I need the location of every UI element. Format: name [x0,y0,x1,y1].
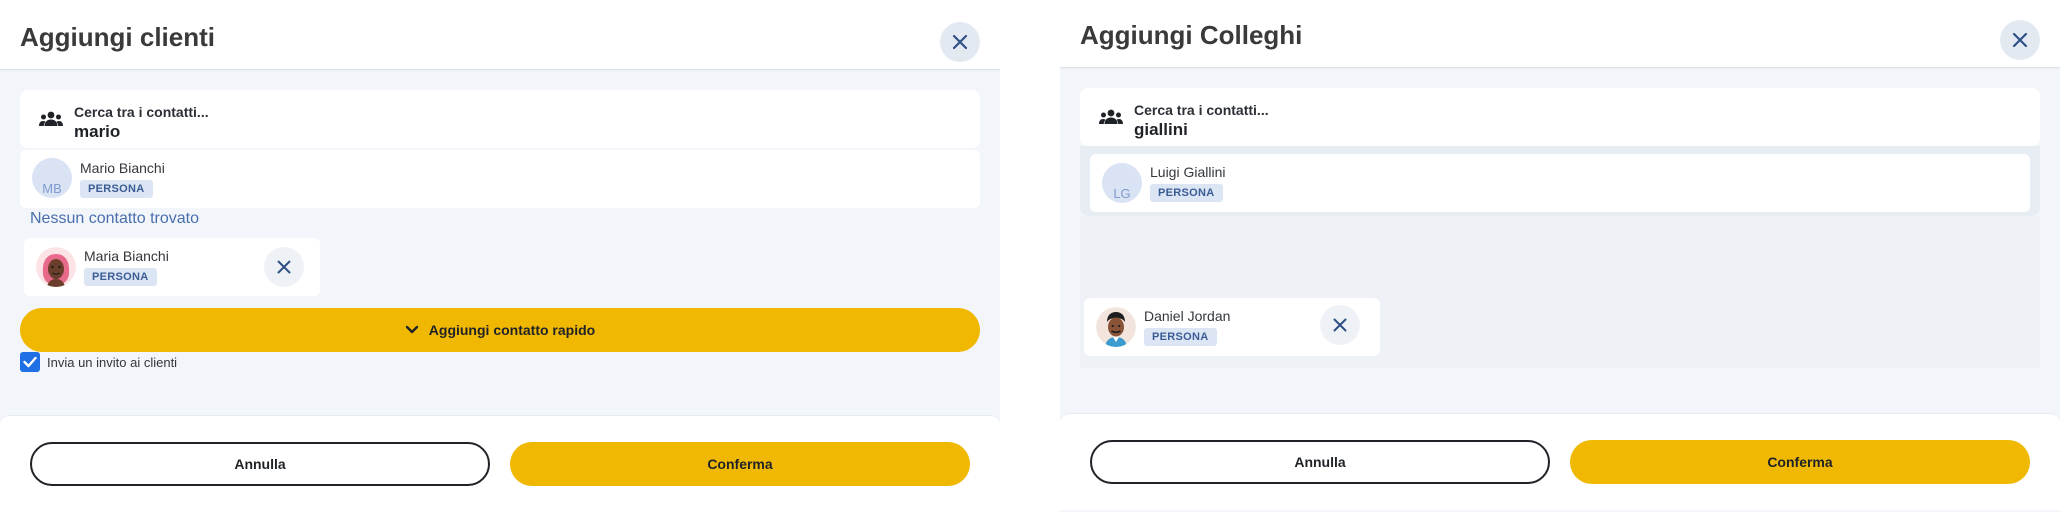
avatar-initials: MB [32,158,72,198]
avatar-initials: LG [1102,163,1142,203]
selected-contact-chip: Daniel Jordan PERSONA [1084,298,1380,356]
checkmark-icon [23,356,37,368]
chevron-down-icon [405,325,418,334]
contact-type-badge: PERSONA [84,268,157,286]
cancel-button[interactable]: Annulla [1090,440,1550,484]
invite-clients-option: Invia un invito ai clienti [20,352,177,372]
search-results-list: LG Luigi Giallini PERSONA [1080,146,2040,216]
contact-type-badge: PERSONA [1150,184,1223,202]
close-button[interactable] [940,22,980,62]
contact-name: Maria Bianchi [84,248,169,264]
close-icon [2012,32,2028,48]
group-icon [39,111,63,126]
invite-checkbox[interactable] [20,352,40,372]
close-icon [952,34,968,50]
search-label: Cerca tra i contatti... [74,104,209,120]
contact-type-badge: PERSONA [1144,328,1217,346]
avatar [1096,307,1136,347]
no-contacts-message: Nessun contatto trovato [30,210,199,227]
panel-title: Aggiungi clienti [20,22,215,52]
contact-name: Mario Bianchi [80,160,165,176]
search-result-item[interactable]: LG Luigi Giallini PERSONA [1090,154,2030,212]
dialog-footer: Annulla Conferma [1060,413,2060,510]
contact-type-badge: PERSONA [80,180,153,198]
remove-contact-button[interactable] [264,247,304,287]
quick-add-label: Aggiungi contatto rapido [428,322,596,338]
selected-contact-chip: Maria Bianchi PERSONA [24,238,320,296]
close-button[interactable] [2000,20,2040,60]
confirm-button[interactable]: Conferma [510,442,970,486]
add-clients-panel: Aggiungi clienti Cerca tra i contatti...… [0,0,1000,512]
search-contacts-input[interactable]: Cerca tra i contatti... giallini [1080,88,2040,146]
dialog-footer: Annulla Conferma [0,415,1000,512]
close-icon [1333,318,1347,332]
search-label: Cerca tra i contatti... [1134,102,1269,118]
remove-contact-button[interactable] [1320,305,1360,345]
avatar [36,247,76,287]
contact-name: Luigi Giallini [1150,164,1226,180]
confirm-button[interactable]: Conferma [1570,440,2030,484]
cancel-button[interactable]: Annulla [30,442,490,486]
panel-title: Aggiungi Colleghi [1080,20,1303,50]
add-colleagues-panel: Aggiungi Colleghi Cerca tra i contatti..… [1060,0,2060,512]
quick-add-contact-button[interactable]: Aggiungi contatto rapido [20,308,980,352]
contact-name: Daniel Jordan [1144,308,1231,324]
panel-header: Aggiungi Colleghi [1060,0,2060,68]
invite-label: Invia un invito ai clienti [47,354,178,370]
close-icon [277,260,291,274]
panel-header: Aggiungi clienti [0,0,1000,70]
group-icon [1099,109,1123,124]
search-value: giallini [1134,120,1188,139]
search-result-item[interactable]: MB Mario Bianchi PERSONA [20,150,980,208]
search-contacts-input[interactable]: Cerca tra i contatti... mario [20,90,980,148]
search-value: mario [74,122,121,141]
